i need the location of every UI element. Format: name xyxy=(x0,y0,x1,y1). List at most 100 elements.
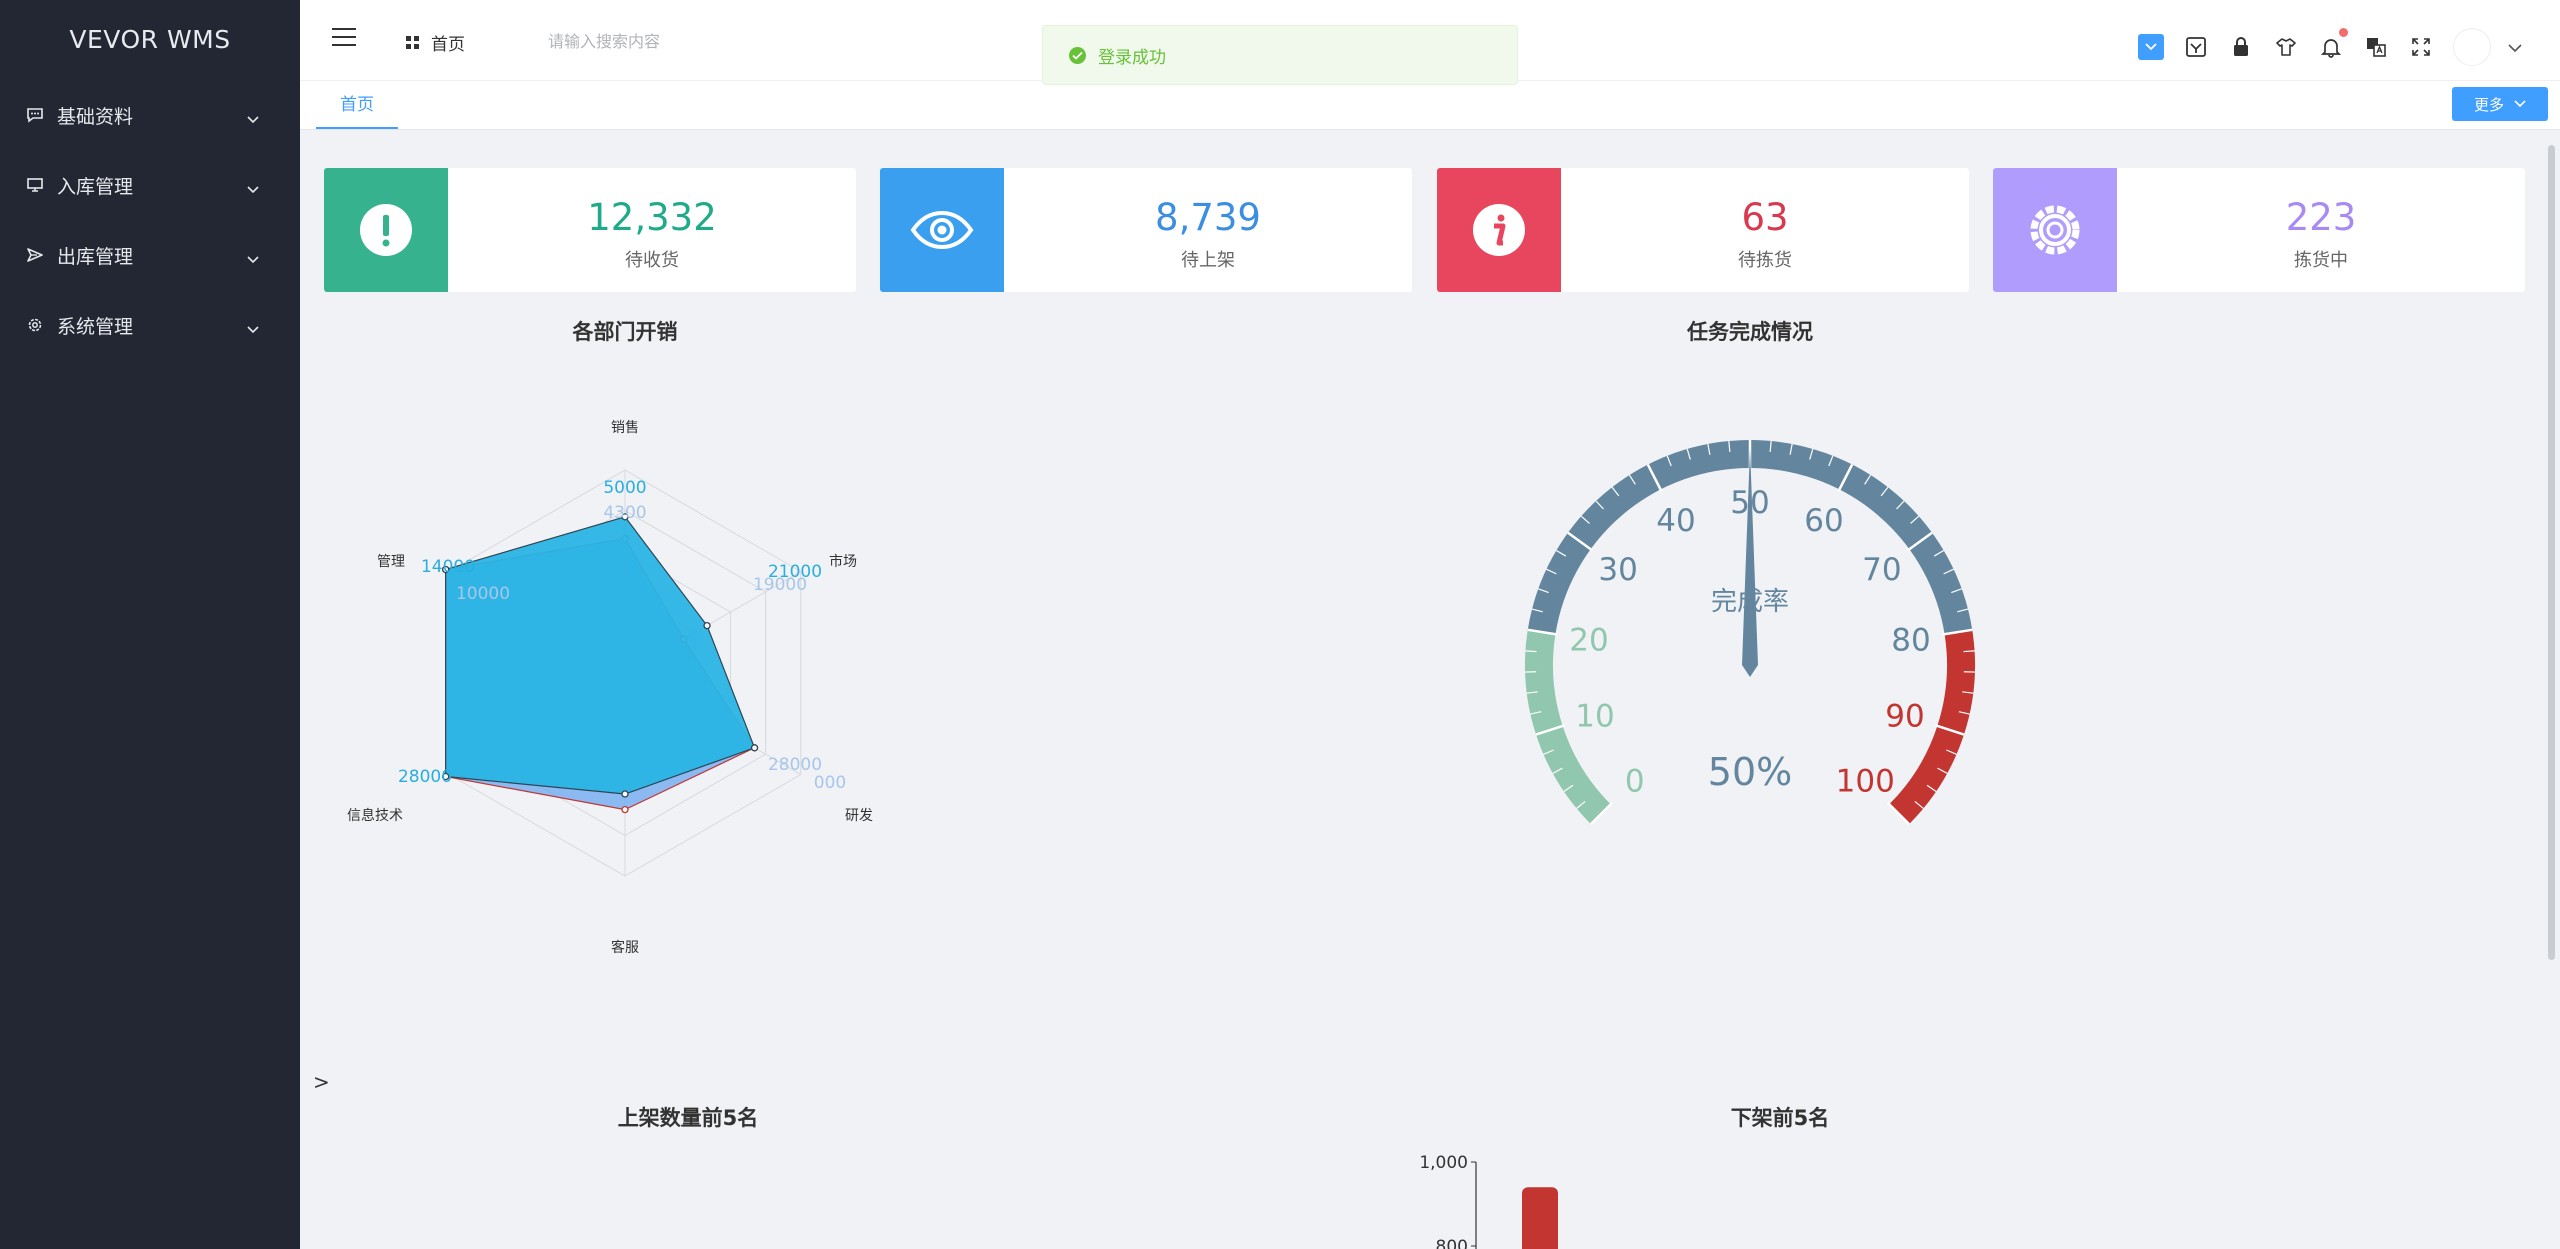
bar-y-tick-label: 1,000 xyxy=(1419,1153,1468,1173)
gauge-tick-label: 40 xyxy=(1656,503,1695,539)
radar-indicator-label: 研发 xyxy=(845,808,873,824)
stat-card-pending-pick[interactable]: 63 待拣货 xyxy=(1437,168,1969,292)
app-logo: VEVOR WMS xyxy=(69,25,231,54)
stat-card-pending-receive[interactable]: 12,332 待收货 xyxy=(324,168,856,292)
gauge-pointer xyxy=(1742,448,1758,677)
radar-value-label: 28000 xyxy=(768,755,822,775)
chevron-down-icon xyxy=(246,248,260,270)
toast-message: 登录成功 xyxy=(1098,47,1166,68)
gauge-tick-label: 30 xyxy=(1598,552,1637,588)
stat-label: 待上架 xyxy=(1181,250,1235,271)
breadcrumb-home[interactable]: 首页 xyxy=(406,30,465,55)
stat-value: 8,739 xyxy=(1155,196,1261,239)
grid-icon xyxy=(406,36,419,49)
radar-indicator-label: 市场 xyxy=(829,553,857,570)
lock-icon[interactable] xyxy=(2228,34,2254,60)
gauge-tick-label: 90 xyxy=(1885,698,1924,734)
radar-indicator-label: 销售 xyxy=(611,420,639,436)
gauge-chart: 0102030405060708090100完成率50% xyxy=(1525,440,1975,825)
stat-value: 223 xyxy=(2285,196,2357,239)
check-circle-icon xyxy=(1069,46,1086,64)
monitor-icon xyxy=(25,175,45,195)
stat-value: 12,332 xyxy=(587,196,717,239)
stray-char: > xyxy=(313,1070,330,1094)
radar-indicator-label: 客服 xyxy=(611,939,639,956)
dropdown-select-icon[interactable] xyxy=(2138,34,2164,60)
sidebar-item-label: 出库管理 xyxy=(57,245,134,268)
gauge-value-label: 50% xyxy=(1708,750,1792,794)
radar-value-label: 28000 xyxy=(398,767,452,787)
gauge-tick xyxy=(1525,650,1537,653)
bell-icon[interactable] xyxy=(2318,28,2348,60)
sidebar-item-system[interactable]: 系统管理 xyxy=(0,290,300,360)
gauge-tick-label: 20 xyxy=(1569,623,1608,659)
stat-card-pending-shelve[interactable]: 8,739 待上架 xyxy=(880,168,1412,292)
radar-indicator-label: 管理 xyxy=(377,554,405,570)
radar-point[interactable] xyxy=(621,805,629,814)
bar[interactable] xyxy=(1522,1187,1558,1249)
more-button[interactable]: 更多 xyxy=(2452,87,2548,121)
more-button-label: 更多 xyxy=(2473,95,2504,114)
send-icon xyxy=(25,245,45,265)
stat-label: 拣货中 xyxy=(2294,250,2348,271)
sidebar-item-label: 入库管理 xyxy=(57,175,134,198)
avatar[interactable] xyxy=(2453,28,2491,66)
vertical-scrollbar[interactable] xyxy=(2548,145,2555,960)
radar-value-label: 10000 xyxy=(456,584,510,604)
layout-switch-icon[interactable] xyxy=(2183,34,2209,60)
message-icon xyxy=(25,105,45,125)
stat-label: 待拣货 xyxy=(1738,250,1792,271)
chevron-down-icon xyxy=(246,318,260,340)
radar-value-label: 4300 xyxy=(603,503,646,523)
fullscreen-icon[interactable] xyxy=(2408,34,2434,60)
gauge-tick-label: 100 xyxy=(1836,763,1895,799)
sidebar: VEVOR WMS 基础资料 入库管理 出库管理 系统管理 xyxy=(0,0,300,1249)
radar-point[interactable] xyxy=(703,621,711,630)
notification-badge xyxy=(2339,28,2348,37)
radar-point[interactable] xyxy=(750,744,759,752)
stat-label: 待收货 xyxy=(625,250,679,271)
gauge-tick-label: 80 xyxy=(1891,623,1930,659)
tab-home[interactable]: 首页 xyxy=(316,81,398,129)
sidebar-item-label: 基础资料 xyxy=(57,105,134,128)
stat-card-picking[interactable]: 223 拣货中 xyxy=(1993,168,2525,292)
header-toolbar xyxy=(2138,28,2523,66)
chevron-down-icon xyxy=(2514,100,2526,108)
radar-value-label: 19000 xyxy=(753,575,807,595)
search-input[interactable] xyxy=(548,26,848,56)
tabs-bar: 首页 更多 xyxy=(300,80,2560,130)
sidebar-item-inbound[interactable]: 入库管理 xyxy=(0,150,300,220)
radar-value-label: 14000 xyxy=(421,557,475,577)
info-icon xyxy=(1437,168,1561,292)
radar-chart-title: 各部门开销 xyxy=(572,320,678,344)
hamburger-menu-icon[interactable] xyxy=(332,28,356,48)
gauge-tick-label: 10 xyxy=(1575,698,1614,734)
bar-y-tick-label: 800 xyxy=(1436,1237,1468,1249)
chevron-down-icon xyxy=(246,108,260,130)
breadcrumb-home-label: 首页 xyxy=(431,35,465,55)
sidebar-item-label: 系统管理 xyxy=(57,315,134,338)
radar-value-label: 5000 xyxy=(603,478,646,498)
success-toast: 登录成功 xyxy=(1042,25,1518,85)
sidebar-item-basic-data[interactable]: 基础资料 xyxy=(0,80,300,150)
theme-shirt-icon[interactable] xyxy=(2273,34,2299,60)
gear-icon xyxy=(1993,168,2117,292)
gear-icon xyxy=(25,315,45,335)
bottom-left-chart-title: 上架数量前5名 xyxy=(617,1106,759,1130)
stat-value: 63 xyxy=(1741,196,1789,239)
chevron-down-icon xyxy=(246,178,260,200)
radar-value-label: 000 xyxy=(814,773,846,793)
translate-icon[interactable] xyxy=(2363,34,2389,60)
gauge-chart-title: 任务完成情况 xyxy=(1687,320,1813,344)
radar-indicator-label: 信息技术 xyxy=(347,807,403,824)
exclamation-icon xyxy=(324,168,448,292)
user-menu-chevron-icon[interactable] xyxy=(2507,38,2523,57)
gauge-tick xyxy=(1963,650,1975,653)
eye-icon xyxy=(880,168,1004,292)
gauge-tick-label: 70 xyxy=(1862,552,1901,588)
sidebar-item-outbound[interactable]: 出库管理 xyxy=(0,220,300,290)
gauge-tick-label: 0 xyxy=(1625,763,1645,799)
bottom-right-chart-title: 下架前5名 xyxy=(1730,1106,1830,1130)
radar-point[interactable] xyxy=(621,790,629,798)
radar-chart: 销售市场研发客服信息技术管理50004300210001900014000100… xyxy=(347,420,873,956)
